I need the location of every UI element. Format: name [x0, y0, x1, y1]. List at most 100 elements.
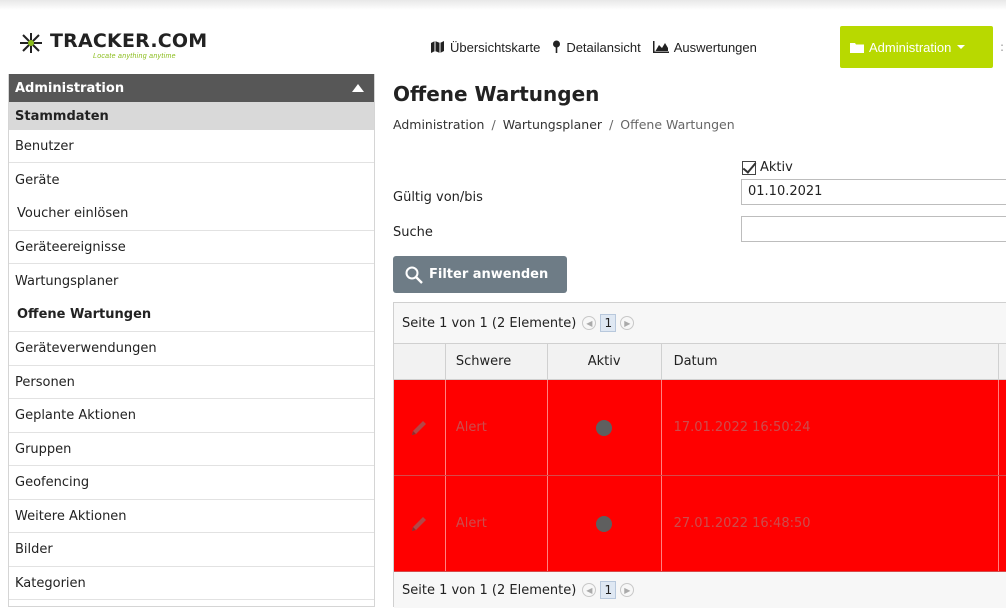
nav-detailansicht[interactable]: Detailansicht	[546, 26, 646, 68]
sidebar-item-label: Wartungsplaner	[15, 273, 119, 289]
column-header-datum[interactable]: Datum	[662, 344, 1000, 379]
active-cell	[548, 476, 662, 571]
next-page-icon[interactable]: ▶	[620, 316, 635, 330]
sidebar-item-label: Kategorien	[15, 575, 86, 591]
nav-label: Auswertungen	[673, 39, 757, 55]
search-label: Suche	[393, 225, 433, 240]
column-header-edit	[394, 344, 446, 379]
prev-page-icon[interactable]: ◀	[582, 583, 597, 597]
brand-name: TRACKER.COM	[50, 30, 208, 52]
breadcrumb-separator: /	[609, 117, 614, 132]
breadcrumb-current: Offene Wartungen	[620, 117, 735, 132]
severity-cell: Alert	[446, 476, 548, 571]
sidebar-section-stammdaten: Stammdaten	[9, 102, 374, 130]
sidebar-item-geraete[interactable]: Geräte	[9, 163, 374, 197]
severity-cell: Alert	[446, 380, 548, 475]
nav-label: Übersichtskarte	[450, 39, 541, 55]
sidebar-item-personen[interactable]: Personen	[9, 366, 374, 399]
sidebar-header[interactable]: Administration	[9, 74, 374, 102]
active-checkbox-label: Aktiv	[760, 160, 793, 175]
page-number-button[interactable]: 1	[600, 314, 617, 332]
sidebar-item-label: Geräteverwendungen	[15, 341, 157, 356]
sidebar-section-label: Stammdaten	[15, 108, 109, 124]
sidebar-item-benutzer[interactable]: Benutzer	[9, 130, 374, 163]
valid-from-input[interactable]: 01.10.2021	[741, 179, 1006, 205]
nav-label: Detailansicht	[566, 39, 641, 55]
sidebar-item-geofencing[interactable]: Geofencing	[9, 466, 374, 500]
apply-filter-button[interactable]: Filter anwenden	[393, 256, 567, 293]
table-row[interactable]: Alert 27.01.2022 16:48:50	[394, 476, 1006, 572]
search-icon	[405, 266, 423, 284]
logo-icon	[20, 33, 42, 53]
active-cell	[548, 380, 662, 475]
brand-tagline: Locate anything anytime	[93, 53, 176, 60]
column-header-aktiv[interactable]: Aktiv	[548, 344, 662, 379]
sidebar-item-geraeteverwendungen[interactable]: Geräteverwendungen	[9, 332, 374, 366]
date-cell: 17.01.2022 16:50:24	[662, 380, 1000, 475]
sidebar-item-label: Geofencing	[15, 475, 90, 490]
sidebar-item-label: Weitere Aktionen	[15, 508, 127, 524]
nav-auswertungen[interactable]: Auswertungen	[647, 26, 763, 68]
breadcrumb-administration[interactable]: Administration	[393, 117, 484, 132]
sidebar-item-geraeteereignisse[interactable]: Geräteereignisse	[9, 231, 374, 264]
search-input[interactable]	[741, 216, 1006, 242]
edit-cell[interactable]	[394, 476, 446, 571]
sidebar: Administration Stammdaten Benutzer Gerät…	[8, 74, 375, 607]
sidebar-header-label: Administration	[15, 80, 125, 96]
main-content: Offene Wartungen Administration / Wartungs…	[393, 74, 1006, 608]
collapse-up-icon[interactable]	[352, 84, 364, 92]
page-title: Offene Wartungen	[393, 82, 600, 106]
next-page-icon[interactable]: ▶	[620, 583, 635, 597]
sidebar-item-wartungsplaner[interactable]: Wartungsplaner	[9, 264, 374, 298]
pencil-icon[interactable]	[410, 419, 428, 437]
sidebar-item-label: Bilder	[15, 542, 53, 557]
status-dot	[596, 419, 613, 436]
column-header-extra	[999, 344, 1006, 379]
sidebar-item-label: Geräte	[15, 172, 60, 188]
active-checkbox[interactable]	[742, 160, 756, 175]
breadcrumb: Administration / Wartungsplaner / Offene War…	[393, 117, 735, 132]
pager-summary: Seite 1 von 1 (2 Elemente)	[402, 582, 577, 598]
sidebar-item-weitere-aktionen[interactable]: Weitere Aktionen	[9, 500, 374, 533]
active-checkbox-row[interactable]: Aktiv	[742, 160, 793, 175]
valid-range-label: Gültig von/bis	[393, 190, 483, 205]
extra-cell	[999, 380, 1006, 475]
date-cell: 27.01.2022 16:48:50	[662, 476, 1000, 571]
apply-filter-label: Filter anwenden	[429, 267, 549, 282]
sidebar-item-offene-wartungen[interactable]: Offene Wartungen	[9, 298, 374, 332]
sidebar-item-gruppen[interactable]: Gruppen	[9, 433, 374, 466]
nav-administration-button[interactable]: Administration	[840, 26, 993, 68]
breadcrumb-wartungsplaner[interactable]: Wartungsplaner	[503, 117, 602, 132]
pager-summary: Seite 1 von 1 (2 Elemente)	[402, 315, 577, 331]
map-icon	[431, 41, 444, 53]
nav-overflow: :	[1000, 40, 1005, 52]
nav-admin-label: Administration	[869, 39, 952, 55]
prev-page-icon[interactable]: ◀	[582, 316, 597, 330]
sidebar-item-label: Offene Wartungen	[17, 307, 152, 322]
valid-from-value: 01.10.2021	[748, 184, 823, 199]
pencil-icon[interactable]	[410, 515, 428, 533]
breadcrumb-separator: /	[491, 117, 496, 132]
sidebar-item-label: Geräteereignisse	[15, 239, 126, 255]
column-header-schwere[interactable]: Schwere	[446, 344, 548, 379]
top-bar: TRACKER.COM Locate anything anytime Über…	[0, 0, 1006, 72]
maintenance-grid: Seite 1 von 1 (2 Elemente) ◀ 1 ▶ Schwere…	[393, 302, 1006, 608]
brand-logo[interactable]: TRACKER.COM Locate anything anytime	[18, 30, 207, 64]
sidebar-item-voucher[interactable]: Voucher einlösen	[9, 197, 374, 231]
extra-cell	[999, 476, 1006, 571]
chart-icon	[652, 41, 669, 53]
grid-header: Schwere Aktiv Datum	[394, 344, 1006, 380]
folder-icon	[850, 42, 864, 53]
page-number-button[interactable]: 1	[600, 581, 617, 599]
caret-down-icon	[957, 45, 966, 49]
table-row[interactable]: Alert 17.01.2022 16:50:24	[394, 380, 1006, 476]
sidebar-item-bilder[interactable]: Bilder	[9, 533, 374, 567]
main-nav: Übersichtskarte Detailansicht Auswertung…	[424, 26, 763, 68]
sidebar-item-kategorien[interactable]: Kategorien	[9, 567, 374, 600]
sidebar-item-label: Voucher einlösen	[17, 206, 129, 221]
sidebar-item-geplante-aktionen[interactable]: Geplante Aktionen	[9, 399, 374, 433]
nav-uebersichtskarte[interactable]: Übersichtskarte	[424, 26, 546, 68]
edit-cell[interactable]	[394, 380, 446, 475]
pin-icon	[553, 40, 561, 53]
sidebar-item-label: Personen	[15, 374, 75, 390]
